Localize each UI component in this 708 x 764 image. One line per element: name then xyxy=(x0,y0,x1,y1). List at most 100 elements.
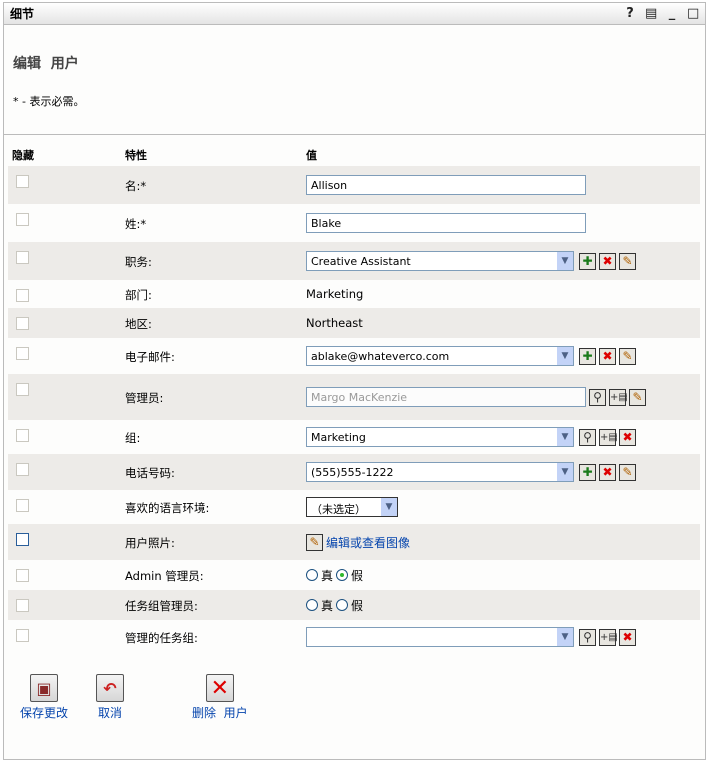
delete-label[interactable]: 删除 用户 xyxy=(192,704,248,721)
table-row: 电子邮件: ablake@whateverco.com ▼ ✚ ✖ ✎ xyxy=(8,338,700,374)
maximize-icon[interactable]: □ xyxy=(687,6,699,21)
delete-value-icon[interactable]: ✖ xyxy=(599,252,616,270)
radio-true-label: 真 xyxy=(321,568,334,583)
print-icon[interactable]: ▤ xyxy=(645,6,657,21)
cancel-label[interactable]: 取消 xyxy=(98,704,122,721)
chevron-down-icon[interactable]: ▼ xyxy=(381,498,397,516)
radio-true[interactable] xyxy=(306,569,318,581)
search-icon[interactable]: ⚲ xyxy=(579,428,596,446)
col-value: 值 xyxy=(306,149,317,162)
cancel-button[interactable]: ↶ 取消 xyxy=(96,674,124,721)
radio-false[interactable] xyxy=(336,569,349,581)
chevron-down-icon[interactable]: ▼ xyxy=(557,463,573,481)
hide-checkbox[interactable] xyxy=(16,599,29,612)
search-icon[interactable]: ⚲ xyxy=(589,388,606,406)
select-object-icon[interactable]: +▤ xyxy=(609,388,628,406)
radio-false[interactable] xyxy=(336,599,349,611)
select-object-icon[interactable]: +▤ xyxy=(599,628,618,646)
table-row: 姓:* Blake xyxy=(8,204,700,242)
value-select[interactable]: ▼ xyxy=(306,627,574,647)
hide-checkbox[interactable] xyxy=(16,429,29,442)
add-value-icon[interactable]: ✚ xyxy=(579,252,596,270)
attribute-label: 组: xyxy=(125,431,141,445)
edit-icon[interactable]: ✎ xyxy=(619,463,636,481)
hide-checkbox[interactable] xyxy=(16,347,29,360)
chevron-down-icon[interactable]: ▼ xyxy=(557,252,573,270)
table-row: 喜欢的语言环境: （未选定） ▼ xyxy=(8,490,700,524)
hide-checkbox[interactable] xyxy=(16,289,29,302)
attribute-label: 任务组管理员: xyxy=(125,599,198,613)
hide-checkbox[interactable] xyxy=(16,463,29,476)
attribute-label: 用户照片: xyxy=(125,536,175,550)
attribute-label: 地区: xyxy=(125,317,152,331)
add-value-icon[interactable]: ✚ xyxy=(579,463,596,481)
panel-title: 细节 xyxy=(10,7,35,21)
table-row: 地区: Northeast xyxy=(8,308,700,338)
table-row: Admin 管理员: 真 假 xyxy=(8,560,700,590)
save-icon: ▣ xyxy=(30,674,58,702)
help-icon[interactable]: ? xyxy=(624,6,636,21)
edit-icon[interactable]: ✎ xyxy=(619,347,636,365)
hide-checkbox[interactable] xyxy=(16,383,29,396)
table-row: 职务: Creative Assistant ▼ ✚ ✖ ✎ xyxy=(8,242,700,280)
value-select[interactable]: Marketing ▼ xyxy=(306,427,574,447)
edit-pencil-icon[interactable]: ✎ xyxy=(306,533,323,551)
value-select[interactable]: Creative Assistant ▼ xyxy=(306,251,574,271)
radio-true[interactable] xyxy=(306,599,318,611)
hide-checkbox[interactable] xyxy=(16,317,29,330)
chevron-down-icon[interactable]: ▼ xyxy=(557,428,573,446)
text-input[interactable]: Blake xyxy=(306,213,586,233)
attribute-label: 部门: xyxy=(125,288,152,302)
value-select[interactable]: ablake@whateverco.com ▼ xyxy=(306,346,574,366)
edit-icon[interactable]: ✎ xyxy=(619,252,636,270)
hide-checkbox[interactable] xyxy=(16,533,29,546)
chevron-down-icon[interactable]: ▼ xyxy=(557,628,573,646)
chevron-down-icon[interactable]: ▼ xyxy=(557,347,573,365)
hide-checkbox[interactable] xyxy=(16,213,29,226)
table-row: 任务组管理员: 真 假 xyxy=(8,590,700,620)
hide-checkbox[interactable] xyxy=(16,629,29,642)
column-headers: 隐藏 特性 值 xyxy=(4,145,704,165)
delete-user-button[interactable]: ✕ 删除 用户 xyxy=(192,674,248,721)
hide-checkbox[interactable] xyxy=(16,175,29,188)
add-value-icon[interactable]: ✚ xyxy=(579,347,596,365)
delete-icon: ✕ xyxy=(205,674,234,702)
attribute-table: 名:* Allison 姓:* Blake 职务: Creative Assistant ▼… xyxy=(8,166,700,654)
minimize-icon[interactable]: _ xyxy=(666,6,678,21)
col-attribute: 特性 xyxy=(125,149,147,162)
text-input[interactable]: Allison xyxy=(306,175,586,195)
table-row: 电话号码: (555)555-1222 ▼ ✚ ✖ ✎ xyxy=(8,454,700,490)
select-value: (555)555-1222 xyxy=(311,466,394,479)
attribute-label: 管理员: xyxy=(125,391,164,405)
delete-value-icon[interactable]: ✖ xyxy=(599,463,616,481)
attribute-label: 职务: xyxy=(125,255,152,269)
delete-value-icon[interactable]: ✖ xyxy=(599,347,616,365)
radio-false-label: 假 xyxy=(351,598,364,613)
table-row: 管理员: Margo MacKenzie ⚲ +▤ ✎ xyxy=(8,374,700,420)
select-value: Creative Assistant xyxy=(311,255,411,268)
table-row: 部门: Marketing xyxy=(8,280,700,308)
radio-true-label: 真 xyxy=(321,598,334,613)
edit-image-link[interactable]: 编辑或查看图像 xyxy=(326,534,410,551)
table-row: 名:* Allison xyxy=(8,166,700,204)
hide-checkbox[interactable] xyxy=(16,569,29,582)
table-row: 用户照片: ✎ 编辑或查看图像 xyxy=(8,524,700,560)
save-label[interactable]: 保存更改 xyxy=(20,704,68,721)
delete-value-icon[interactable]: ✖ xyxy=(619,428,636,446)
attribute-label: 管理的任务组: xyxy=(125,631,198,645)
save-button[interactable]: ▣ 保存更改 xyxy=(20,674,68,721)
select-value: Marketing xyxy=(311,431,366,444)
value-select[interactable]: (555)555-1222 ▼ xyxy=(306,462,574,482)
search-icon[interactable]: ⚲ xyxy=(579,628,596,646)
page-title: 编辑 用户 xyxy=(13,56,79,72)
attribute-label: Admin 管理员: xyxy=(125,569,204,583)
edit-icon[interactable]: ✎ xyxy=(629,388,646,406)
delete-value-icon[interactable]: ✖ xyxy=(619,628,636,646)
col-hide: 隐藏 xyxy=(12,149,34,162)
hide-checkbox[interactable] xyxy=(16,251,29,264)
attribute-label: 电子邮件: xyxy=(125,350,175,364)
select-object-icon[interactable]: +▤ xyxy=(599,428,618,446)
locale-select[interactable]: （未选定） ▼ xyxy=(306,497,398,517)
attribute-label: 名:* xyxy=(125,179,147,193)
hide-checkbox[interactable] xyxy=(16,499,29,512)
